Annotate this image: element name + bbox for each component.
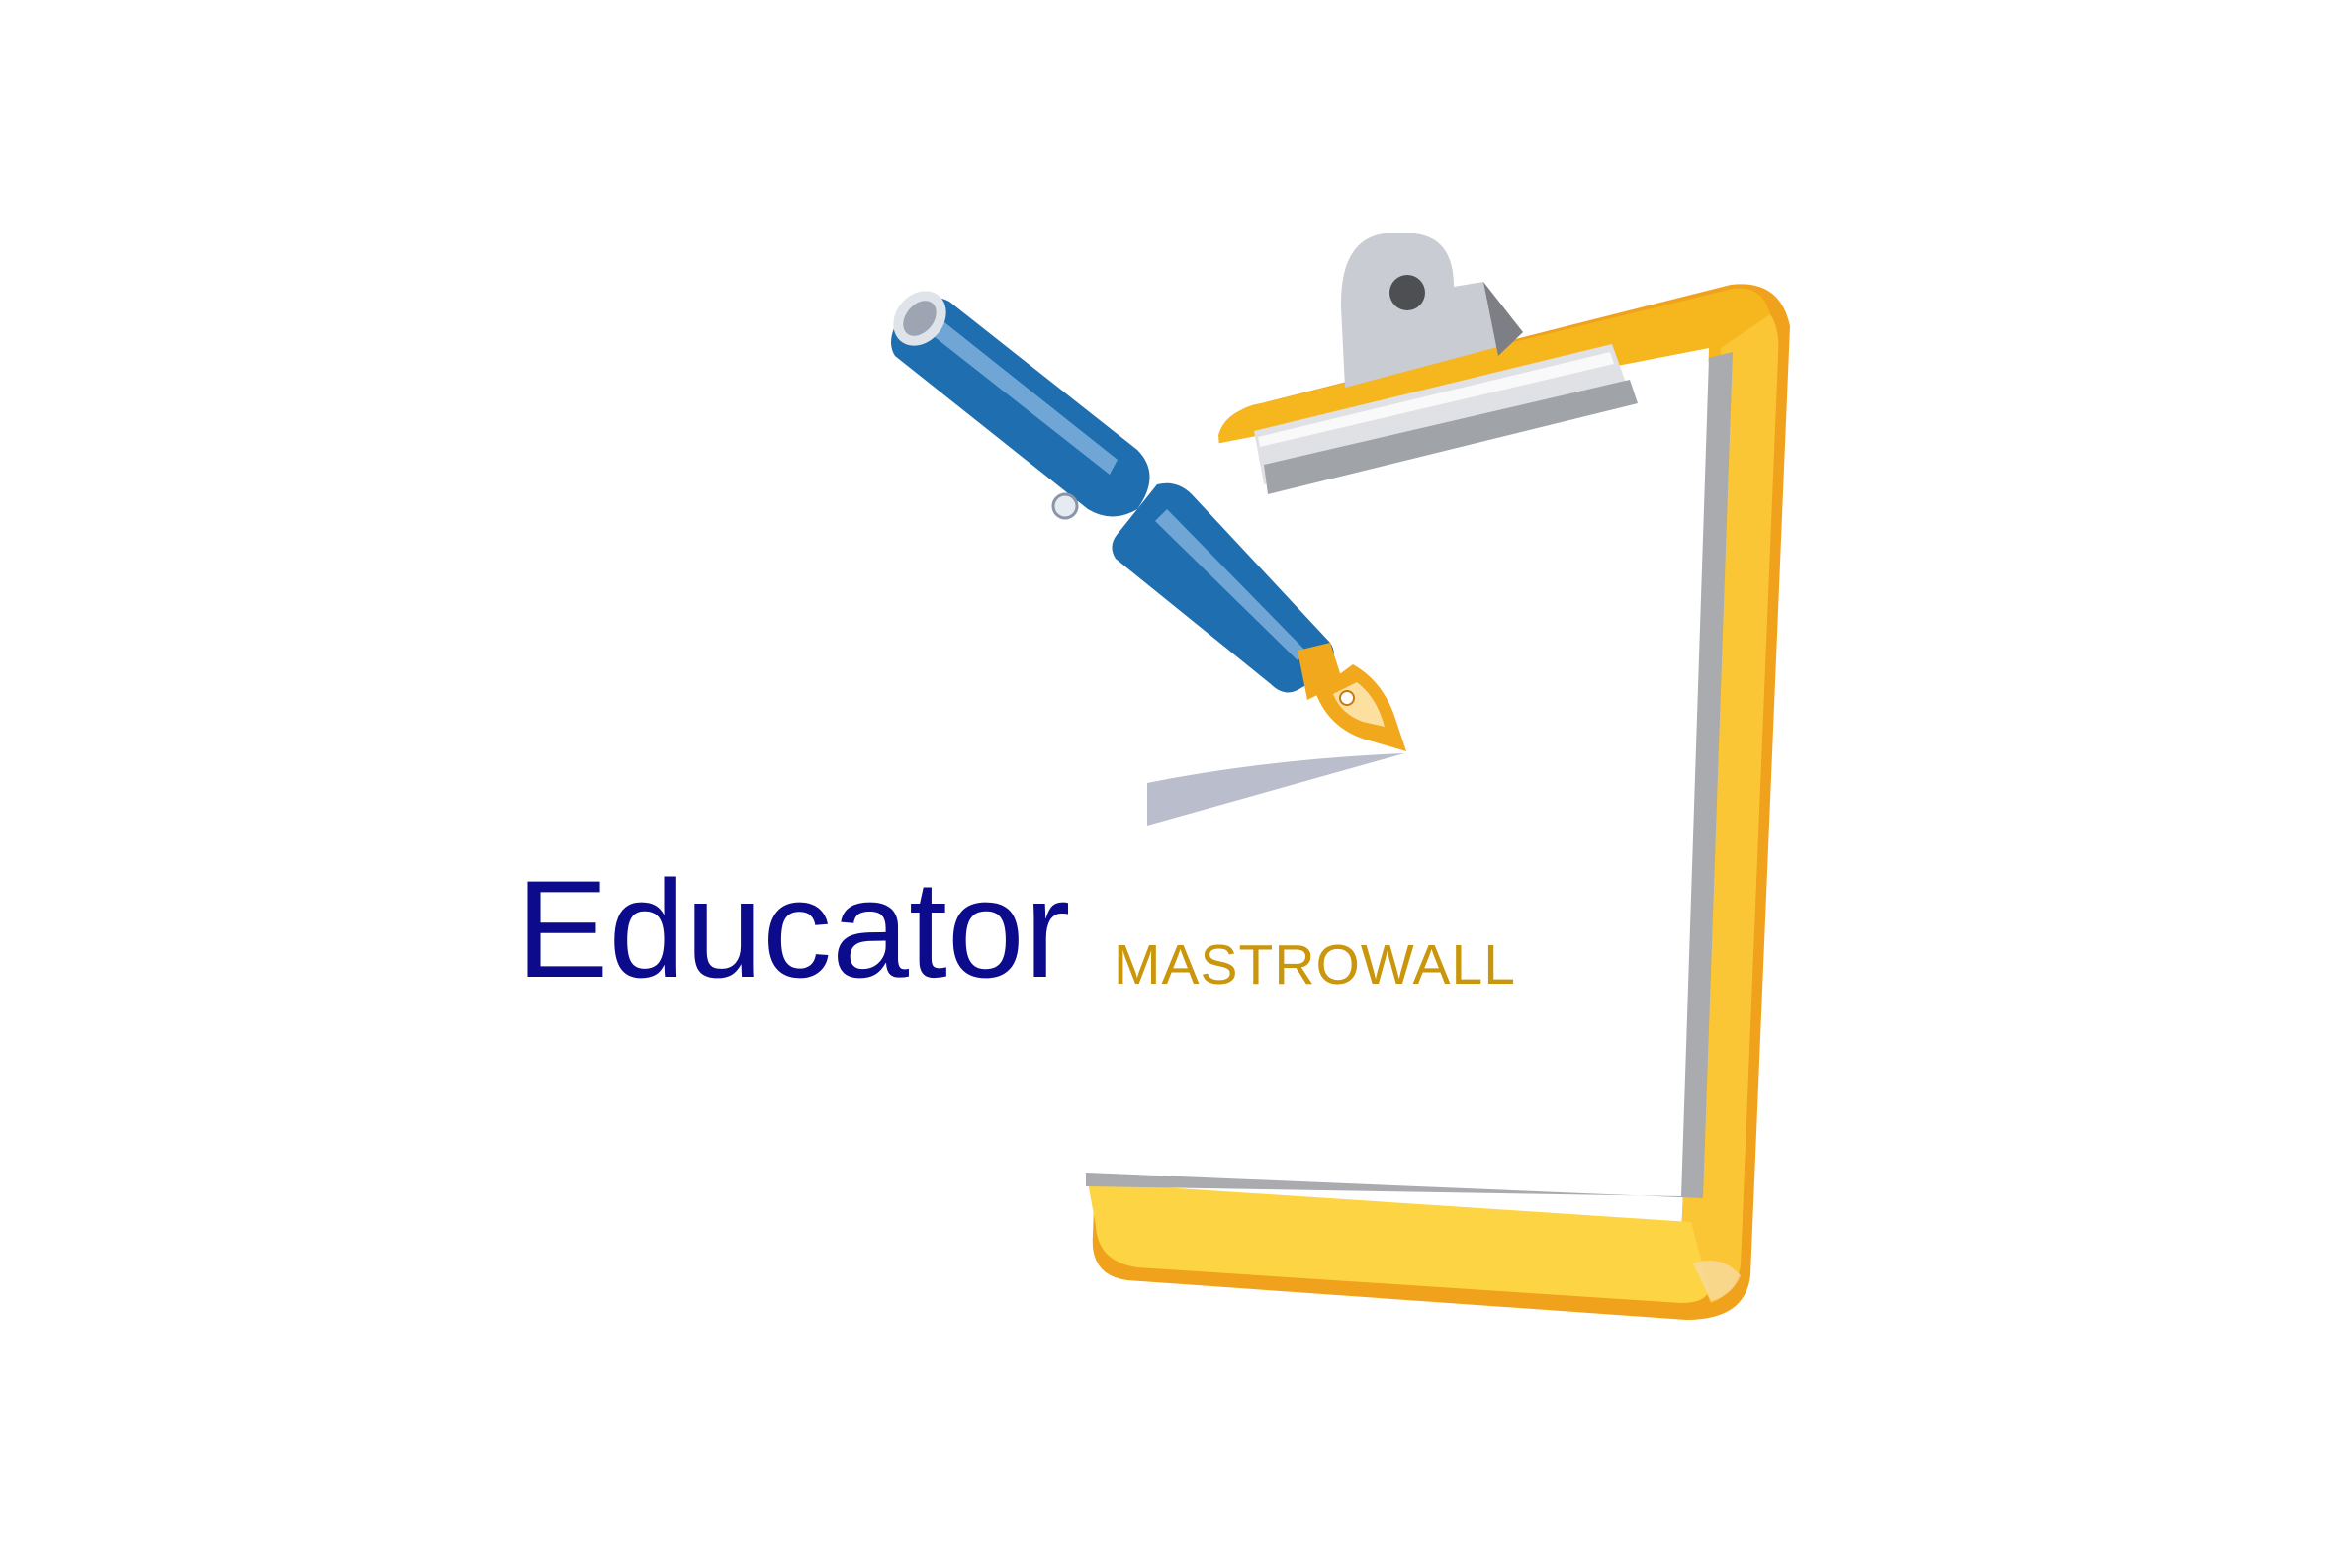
pen-nib-hole — [1339, 690, 1355, 706]
clipboard-icon — [1048, 233, 1790, 1320]
brand-name: Educator — [516, 851, 1071, 1006]
logo-artwork — [891, 233, 1790, 1320]
logo-canvas: Educator MASTROWALL — [0, 0, 2328, 1568]
clip-hole — [1389, 275, 1425, 310]
brand-tagline: MASTROWALL — [1114, 933, 1516, 997]
pen-clip-dot — [1051, 492, 1079, 520]
